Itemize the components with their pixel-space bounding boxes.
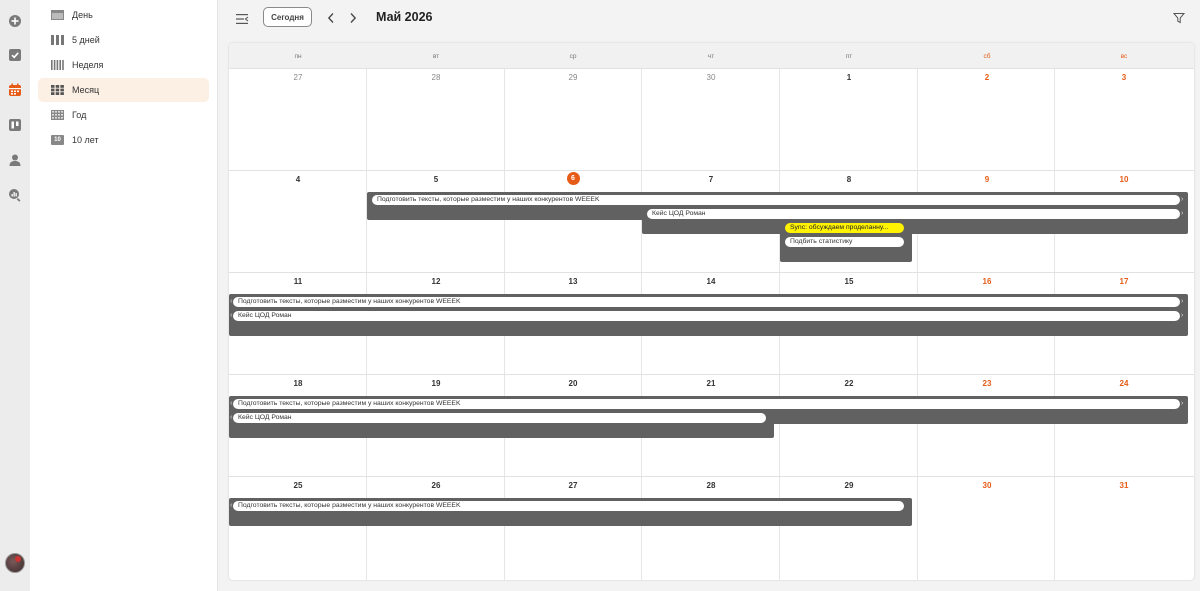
day-cell-number[interactable]: 18 [229, 379, 367, 388]
view-five-days[interactable]: 5 дней [38, 28, 209, 52]
event-chip[interactable]: Кейс ЦОД Роман [233, 311, 1180, 321]
view-label: 5 дней [72, 35, 100, 45]
week-view-icon [51, 60, 64, 70]
day-cell-number[interactable]: 12 [367, 277, 505, 286]
collapse-menu-icon[interactable] [236, 12, 249, 24]
continue-arrow-icon: › [1181, 400, 1184, 407]
month-view-icon [51, 85, 64, 95]
event-chip[interactable]: Подготовить тексты, которые разместим у … [233, 297, 1180, 307]
day-cell-number[interactable]: 29 [780, 481, 918, 490]
day-cell-number[interactable]: 30 [918, 481, 1056, 490]
chevron-left-icon[interactable] [326, 11, 336, 23]
filter-icon[interactable] [1172, 11, 1186, 24]
day-cell-number[interactable]: 30 [642, 73, 780, 82]
day-cell-number[interactable]: 25 [229, 481, 367, 490]
day-cell-number[interactable]: 29 [504, 73, 642, 82]
day-cell-number[interactable]: 26 [367, 481, 505, 490]
weekday-label: чт [707, 53, 715, 60]
view-day[interactable]: День [38, 3, 209, 27]
day-cell-number[interactable]: 20 [504, 379, 642, 388]
view-week[interactable]: Неделя [38, 53, 209, 77]
continue-arrow-icon: › [1181, 312, 1184, 319]
weekday-label: пн [294, 53, 302, 60]
month-title: Май 2026 [376, 10, 433, 24]
day-cell-number[interactable]: 2 [918, 73, 1056, 82]
continue-arrow-icon: › [1181, 210, 1184, 217]
week-row: 25 26 27 28 29 30 31 ‹ Подготовить текст… [229, 477, 1194, 579]
day-cell-number[interactable]: 27 [229, 73, 367, 82]
weekday-label: сб [983, 53, 991, 60]
user-icon[interactable] [8, 153, 22, 167]
day-cell-number[interactable]: 15 [780, 277, 918, 286]
event-chip[interactable]: Кейс ЦОД Роман [647, 209, 1180, 219]
day-cell-number[interactable]: 31 [1055, 481, 1193, 490]
day-cell-number[interactable]: 17 [1055, 277, 1193, 286]
day-cell-number[interactable]: 27 [504, 481, 642, 490]
nav-rail [0, 0, 30, 591]
day-cell-number[interactable]: 4 [229, 175, 367, 184]
views-sidebar: День 5 дней Неделя Месяц Год 10 10 лет [30, 0, 218, 591]
event-chip[interactable]: Кейс ЦОД Роман [233, 413, 766, 423]
view-label: Год [72, 110, 87, 120]
month-calendar: пн вт ср чт пт сб вс 27 28 29 30 1 2 3 4… [229, 43, 1194, 580]
day-cell-number[interactable]: 16 [918, 277, 1056, 286]
search-analytics-icon[interactable] [8, 188, 22, 202]
day-cell-number[interactable]: 9 [918, 175, 1056, 184]
day-cell-today[interactable]: 6 [504, 172, 642, 185]
week-row: 4 5 6 7 8 9 10 Подготовить тексты, котор… [229, 171, 1194, 273]
day-cell-number[interactable]: 22 [780, 379, 918, 388]
day-cell-number[interactable]: 23 [918, 379, 1056, 388]
view-label: Месяц [72, 85, 100, 95]
weekday-label: ср [569, 53, 577, 60]
day-view-icon [51, 10, 64, 20]
weekday-label: вс [1120, 53, 1128, 60]
weekday-label: вт [432, 53, 440, 60]
five-days-view-icon [51, 35, 64, 45]
calendar-icon[interactable] [8, 83, 22, 97]
day-cell-number[interactable]: 13 [504, 277, 642, 286]
day-cell-number[interactable]: 14 [642, 277, 780, 286]
view-label: День [72, 10, 93, 20]
event-chip[interactable]: Подготовить тексты, которые разместим у … [233, 501, 904, 511]
avatar[interactable] [5, 553, 25, 573]
day-cell-number[interactable]: 3 [1055, 73, 1193, 82]
view-month[interactable]: Месяц [38, 78, 209, 102]
day-cell-number[interactable]: 11 [229, 277, 367, 286]
day-cell-number[interactable]: 24 [1055, 379, 1193, 388]
weekday-label: пт [845, 53, 853, 60]
week-row: 27 28 29 30 1 2 3 [229, 69, 1194, 171]
day-cell-number[interactable]: 28 [367, 73, 505, 82]
view-label: 10 лет [72, 135, 99, 145]
day-cell-number[interactable]: 7 [642, 175, 780, 184]
view-ten-years[interactable]: 10 10 лет [38, 128, 209, 152]
day-cell-number[interactable]: 8 [780, 175, 918, 184]
checkbox-icon[interactable] [8, 48, 22, 62]
event-chip-sync[interactable]: Sync: обсуждаем проделанну... [785, 223, 904, 233]
week-row: 11 12 13 14 15 16 17 ‹ Подготовить текст… [229, 273, 1194, 375]
board-icon[interactable] [8, 118, 22, 132]
today-button[interactable]: Сегодня [263, 7, 312, 27]
day-cell-number[interactable]: 10 [1055, 175, 1193, 184]
event-chip[interactable]: Подбить статистику [785, 237, 904, 247]
day-cell-number[interactable]: 28 [642, 481, 780, 490]
day-cell-number[interactable]: 19 [367, 379, 505, 388]
continue-arrow-icon: › [1181, 298, 1184, 305]
plus-circle-icon[interactable] [8, 14, 22, 28]
week-row: 18 19 20 21 22 23 24 ‹ Подготовить текст… [229, 375, 1194, 477]
ten-years-view-icon: 10 [51, 135, 64, 145]
day-cell-number[interactable]: 21 [642, 379, 780, 388]
calendar-toolbar: Сегодня Май 2026 [218, 0, 1200, 38]
view-label: Неделя [72, 60, 104, 70]
continue-arrow-icon: › [1181, 196, 1184, 203]
event-chip[interactable]: Подготовить тексты, которые разместим у … [372, 195, 1180, 205]
year-view-icon [51, 110, 64, 120]
today-marker: 6 [566, 172, 580, 185]
chevron-right-icon[interactable] [348, 11, 358, 23]
event-chip[interactable]: Подготовить тексты, которые разместим у … [233, 399, 1180, 409]
day-cell-number[interactable]: 1 [780, 73, 918, 82]
view-year[interactable]: Год [38, 103, 209, 127]
weekday-header: пн вт ср чт пт сб вс [229, 43, 1194, 69]
day-cell-number[interactable]: 5 [367, 175, 505, 184]
